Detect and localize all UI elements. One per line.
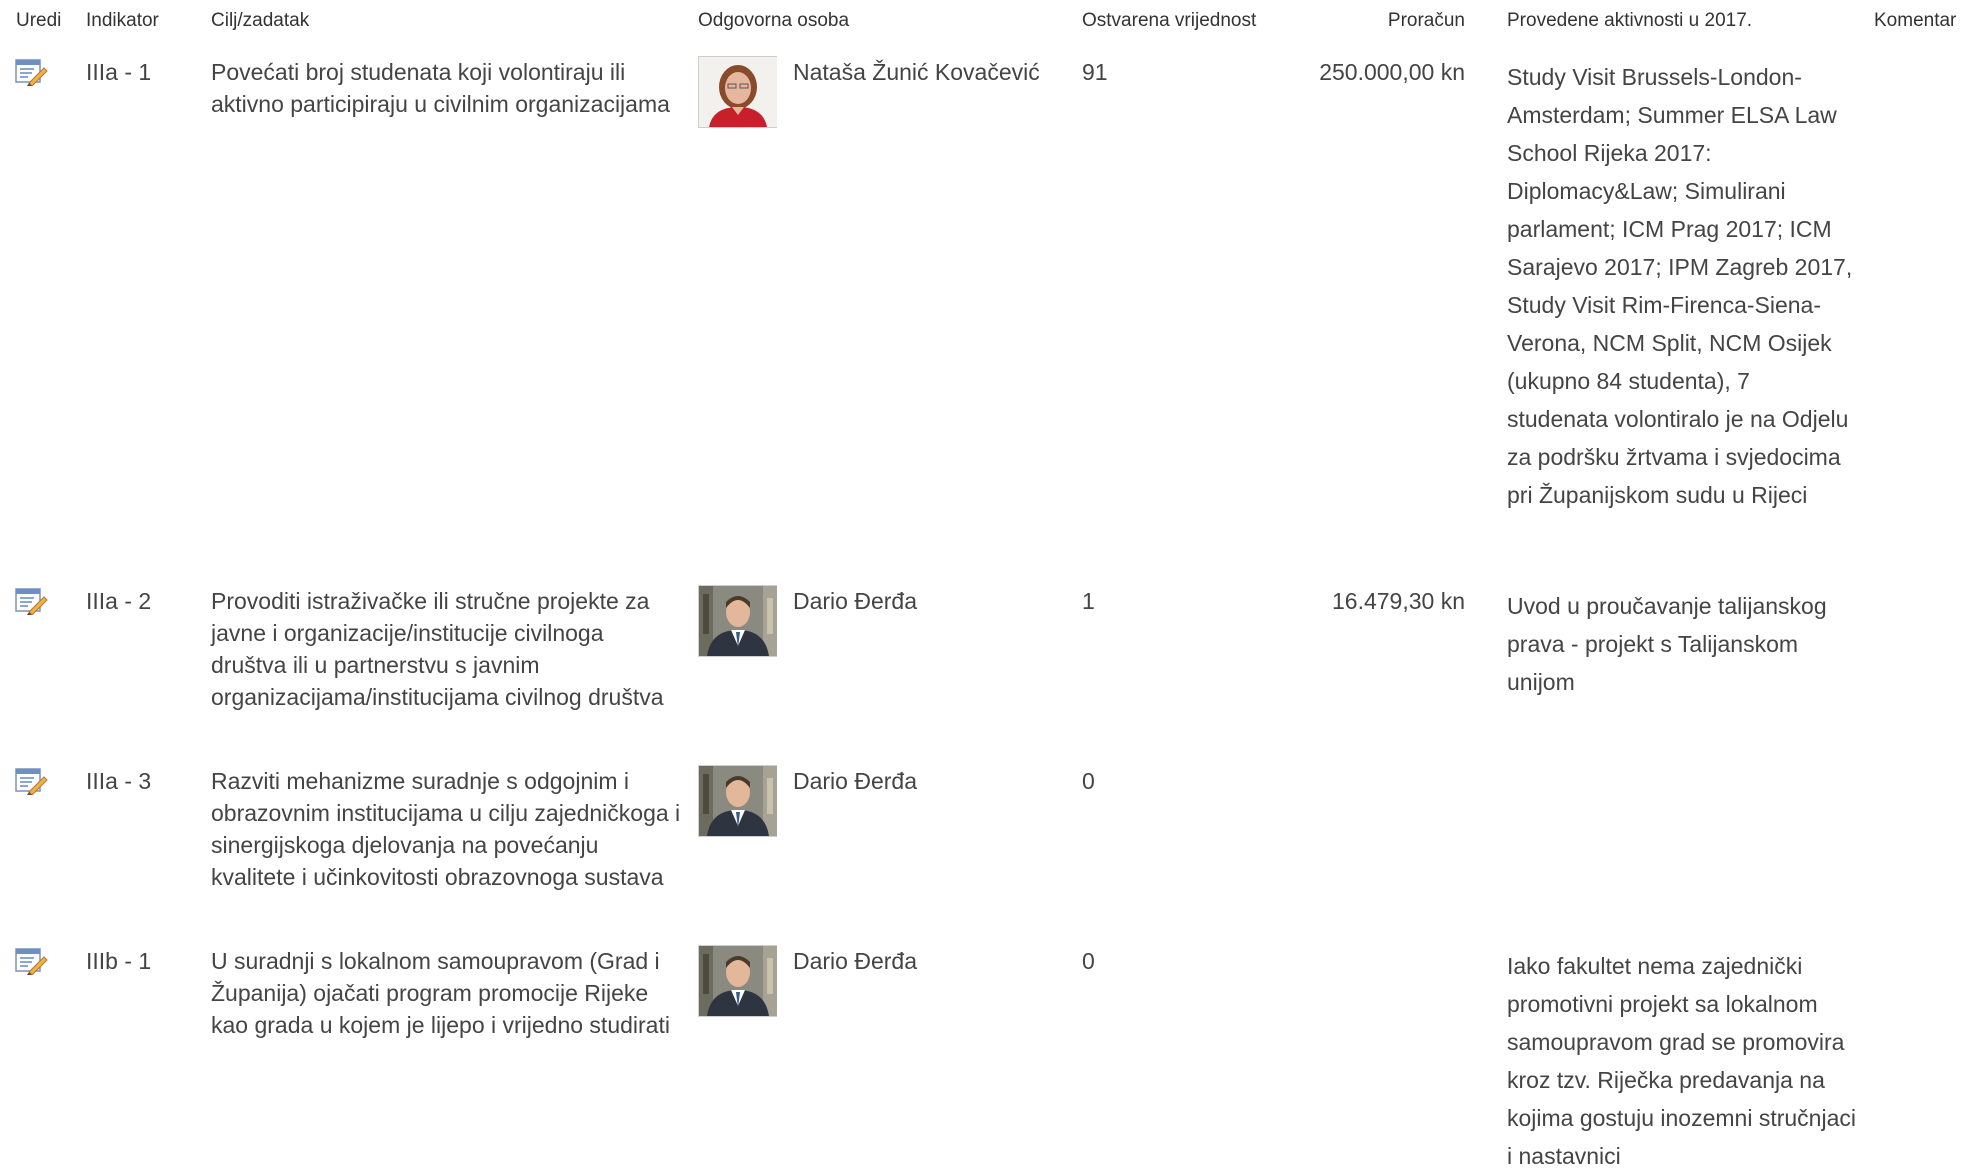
column-header-value[interactable]: Ostvarena vrijednost bbox=[1082, 10, 1256, 32]
indicator-cell: IIIb - 1 bbox=[86, 948, 152, 974]
column-header-budget[interactable]: Proračun bbox=[1300, 10, 1465, 32]
goal-cell: Povećati broj studenata koji volontiraju… bbox=[211, 59, 670, 117]
activities-cell: Study Visit Brussels-London-Amsterdam; S… bbox=[1507, 64, 1853, 508]
column-header-activities[interactable]: Provedene aktivnosti u 2017. bbox=[1507, 10, 1752, 32]
goal-cell: Provoditi istraživačke ili stručne proje… bbox=[211, 588, 664, 710]
column-header-indicator[interactable]: Indikator bbox=[86, 10, 159, 32]
responsible-person-link[interactable]: Dario Đerđa bbox=[793, 765, 917, 797]
avatar bbox=[698, 56, 777, 128]
value-cell: 1 bbox=[1082, 588, 1095, 614]
column-header-edit[interactable]: Uredi bbox=[16, 10, 61, 32]
column-header-goal[interactable]: Cilj/zadatak bbox=[211, 10, 309, 32]
avatar bbox=[698, 765, 777, 837]
responsible-person-link[interactable]: Nataša Žunić Kovačević bbox=[793, 56, 1040, 88]
avatar bbox=[698, 585, 777, 657]
person-photo bbox=[699, 57, 777, 127]
responsible-person-link[interactable]: Dario Đerđa bbox=[793, 945, 917, 977]
budget-cell: 16.479,30 kn bbox=[1331, 588, 1465, 614]
goal-cell: U suradnji s lokalnom samoupravom (Grad … bbox=[211, 948, 670, 1038]
person-photo bbox=[699, 946, 777, 1016]
responsible-person-link[interactable]: Dario Đerđa bbox=[793, 585, 917, 617]
indicator-cell: IIIa - 2 bbox=[86, 588, 152, 614]
person-photo bbox=[699, 766, 777, 836]
avatar bbox=[698, 945, 777, 1017]
activities-cell: Iako fakultet nema zajednički promotivni… bbox=[1507, 953, 1856, 1169]
indicator-cell: IIIa - 3 bbox=[86, 768, 152, 794]
budget-cell: 250.000,00 kn bbox=[1319, 59, 1465, 85]
value-cell: 0 bbox=[1082, 768, 1095, 794]
goal-cell: Razviti mehanizme suradnje s odgojnim i … bbox=[211, 768, 681, 890]
value-cell: 0 bbox=[1082, 948, 1095, 974]
edit-document-icon[interactable] bbox=[14, 767, 48, 795]
edit-document-icon[interactable] bbox=[14, 58, 48, 86]
value-cell: 91 bbox=[1082, 59, 1108, 85]
activities-cell: Uvod u proučavanje talijanskog prava - p… bbox=[1507, 593, 1827, 695]
column-header-responsible[interactable]: Odgovorna osoba bbox=[698, 10, 849, 32]
indicator-cell: IIIa - 1 bbox=[86, 59, 152, 85]
column-header-comment[interactable]: Komentar bbox=[1874, 10, 1956, 32]
person-photo bbox=[699, 586, 777, 656]
edit-document-icon[interactable] bbox=[14, 587, 48, 615]
edit-document-icon[interactable] bbox=[14, 947, 48, 975]
